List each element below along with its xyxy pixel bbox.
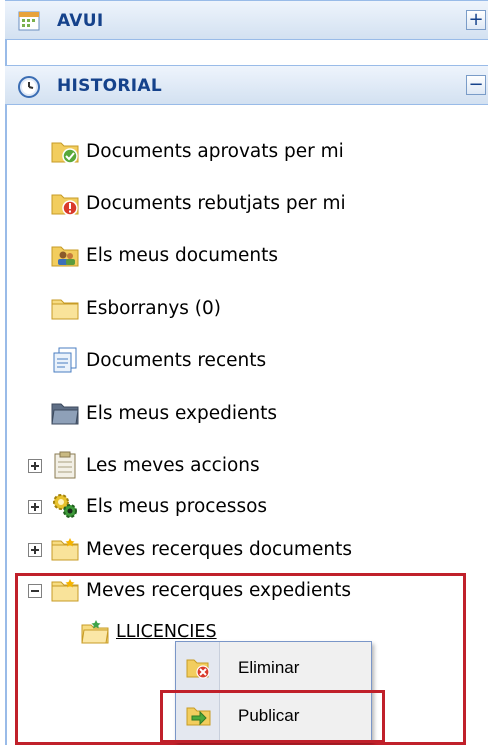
tree-item-saved-document-searches[interactable]: Meves recerques documents bbox=[50, 531, 352, 567]
tree-item-my-documents[interactable]: Els meus documents bbox=[50, 237, 278, 273]
tree-item-label: Documents recents bbox=[86, 349, 267, 371]
folder-rejected-icon bbox=[50, 189, 82, 217]
menu-item-delete[interactable]: Eliminar bbox=[176, 648, 371, 688]
expand-button[interactable]: + bbox=[466, 10, 486, 30]
accordion-header-history[interactable]: HISTORIAL − bbox=[5, 65, 488, 105]
calendar-icon bbox=[17, 9, 41, 33]
folder-dark-icon bbox=[50, 399, 82, 427]
accordion-header-today[interactable]: AVUI + bbox=[5, 0, 488, 40]
tree-item-drafts[interactable]: Esborranys (0) bbox=[50, 290, 221, 326]
accordion-title-history: HISTORIAL bbox=[57, 76, 162, 96]
tree-item-label: Esborranys (0) bbox=[86, 297, 222, 319]
menu-item-label: Eliminar bbox=[238, 658, 300, 677]
tree-item-label: Els meus documents bbox=[86, 244, 278, 266]
delete-folder-icon bbox=[186, 657, 212, 679]
expand-toggle[interactable] bbox=[28, 459, 42, 473]
tree-item-label: Les meves accions bbox=[86, 454, 260, 476]
gears-icon bbox=[50, 492, 82, 520]
tree-item-my-actions[interactable]: Les meves accions bbox=[50, 447, 260, 483]
tree-item-approved-documents[interactable]: Documents aprovats per mi bbox=[50, 133, 344, 169]
clipboard-icon bbox=[50, 451, 82, 479]
folder-user-icon bbox=[50, 241, 82, 269]
tree-item-label: Els meus expedients bbox=[86, 402, 278, 424]
tree-item-rejected-documents[interactable]: Documents rebutjats per mi bbox=[50, 185, 346, 221]
tree-item-label: Documents aprovats per mi bbox=[86, 140, 344, 162]
tree-item-my-processes[interactable]: Els meus processos bbox=[50, 488, 267, 524]
tree-item-recent-documents[interactable]: Documents recents bbox=[50, 342, 266, 378]
tree-item-my-files[interactable]: Els meus expedients bbox=[50, 395, 277, 431]
tree-item-label: Documents rebutjats per mi bbox=[86, 192, 346, 214]
accordion-title-today: AVUI bbox=[57, 11, 104, 31]
collapse-button[interactable]: − bbox=[466, 75, 486, 95]
folder-approved-icon bbox=[50, 137, 82, 165]
tree-item-label: Els meus processos bbox=[86, 495, 268, 517]
clock-icon bbox=[17, 74, 41, 98]
expand-toggle[interactable] bbox=[28, 543, 42, 557]
expand-toggle[interactable] bbox=[28, 500, 42, 514]
highlight-frame-publish bbox=[160, 690, 385, 743]
recent-documents-icon bbox=[50, 346, 82, 374]
tree-item-label: Meves recerques documents bbox=[86, 538, 352, 560]
folder-icon bbox=[50, 294, 82, 322]
folder-search-icon bbox=[50, 535, 82, 563]
